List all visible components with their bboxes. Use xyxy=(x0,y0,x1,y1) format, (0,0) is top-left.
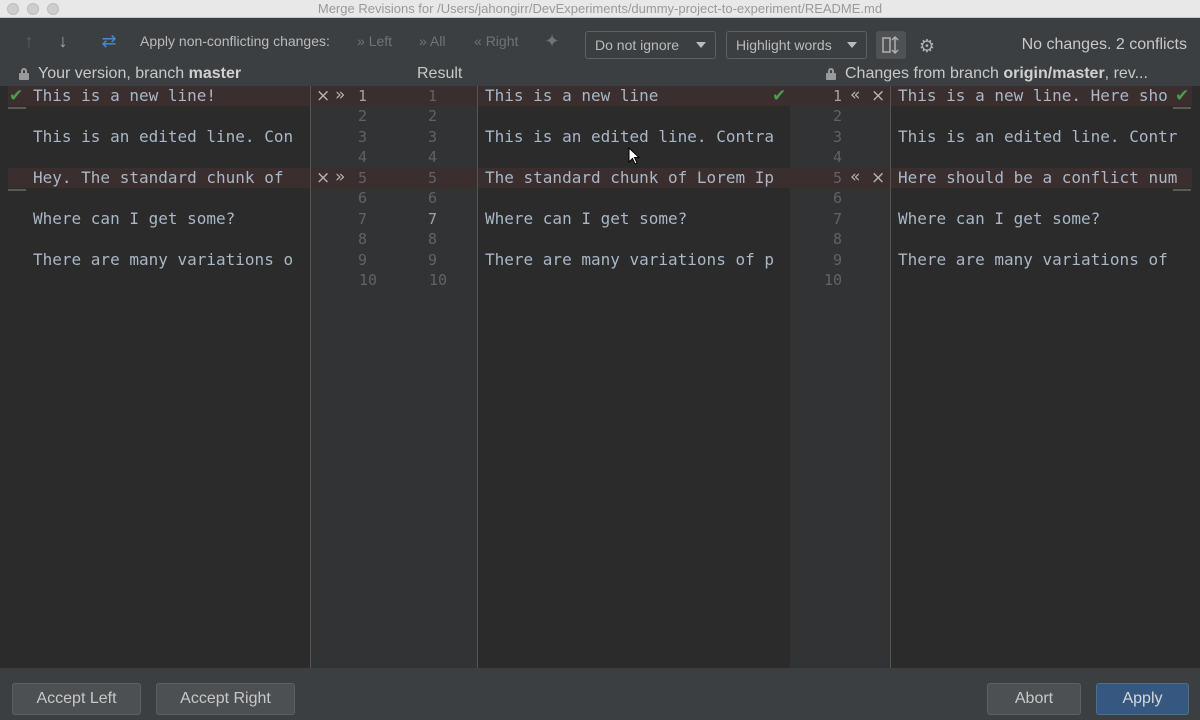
left-editor-pane[interactable]: ✔ This is a new line! This is an edited … xyxy=(8,86,310,668)
left-line-9: There are many variations o xyxy=(33,250,294,269)
right-line-7: Where can I get some? xyxy=(898,209,1101,228)
line-number: 10 xyxy=(823,271,842,289)
resolve-simple-conflicts-icon[interactable]: ⇄ xyxy=(99,31,119,51)
line-number: 9 xyxy=(357,251,367,269)
previous-difference-icon[interactable]: ↑ xyxy=(19,31,39,51)
line-number: 8 xyxy=(357,230,367,248)
double-check-icon[interactable]: ✔ xyxy=(772,86,786,106)
lock-icon xyxy=(19,68,29,80)
lock-icon xyxy=(826,68,836,80)
left-line-7: Where can I get some? xyxy=(33,209,236,228)
gear-icon[interactable]: ⚙ xyxy=(917,36,937,56)
highlight-mode-select[interactable]: Highlight words xyxy=(726,31,867,59)
ignore-whitespace-select[interactable]: Do not ignore xyxy=(585,31,716,59)
change-marker xyxy=(1173,189,1191,191)
mouse-cursor-icon xyxy=(628,147,641,165)
result-right-gutter: 1 2 3 4 5 6 7 8 9 10 « × « × xyxy=(790,85,890,668)
columns-icon xyxy=(882,35,899,55)
line-number: 2 xyxy=(427,107,437,125)
right-line-9: There are many variations of xyxy=(898,250,1168,269)
double-chevron-both-icon: » xyxy=(419,33,427,49)
line-number: 4 xyxy=(357,148,367,166)
left-line-1: This is a new line! xyxy=(33,86,217,105)
line-number: 5 xyxy=(357,169,367,187)
double-chevron-left-icon: « xyxy=(474,33,482,49)
line-number: 7 xyxy=(357,210,367,228)
line-number: 10 xyxy=(358,271,377,289)
accept-right-button[interactable]: Accept Right xyxy=(156,683,295,715)
apply-right-button[interactable]: « Right xyxy=(474,31,518,51)
result-line-7[interactable]: Where can I get some? xyxy=(485,209,790,229)
right-editor-pane[interactable]: This is a new line. Here sho This is an … xyxy=(891,86,1192,668)
line-number: 4 xyxy=(427,148,437,166)
next-difference-icon[interactable]: ↓ xyxy=(53,31,73,51)
left-line-3: This is an edited line. Con xyxy=(33,127,294,146)
close-icon[interactable]: × xyxy=(316,168,330,188)
apply-left-button[interactable]: » Left xyxy=(357,31,392,51)
result-line-1[interactable]: This is a new line xyxy=(485,86,775,106)
change-marker xyxy=(8,107,26,109)
line-number: 2 xyxy=(832,107,842,125)
line-number: 6 xyxy=(427,189,437,207)
result-editor-pane[interactable]: This is a new line This is an edited lin… xyxy=(478,86,790,668)
abort-button[interactable]: Abort xyxy=(987,683,1081,715)
result-line-3[interactable]: This is an edited line. Contra xyxy=(485,127,790,147)
result-pane-title: Result xyxy=(417,65,463,82)
apply-left-chevron-icon[interactable]: « xyxy=(850,85,860,105)
toolbar: ↑ ↓ ⇄ Apply non-conflicting changes: » L… xyxy=(0,18,1200,64)
left-result-gutter: × » × » 1 2 3 4 5 6 7 8 9 10 1 2 3 4 5 6… xyxy=(311,85,477,668)
apply-left-chevron-icon[interactable]: « xyxy=(850,167,860,187)
result-line-5[interactable]: The standard chunk of Lorem Ip xyxy=(485,168,790,188)
window-title-bar: Merge Revisions for /Users/jahongirr/Dev… xyxy=(0,0,1200,18)
line-number: 1 xyxy=(357,87,367,105)
right-line-5: Here should be a conflict num xyxy=(898,168,1178,187)
check-icon: ✔ xyxy=(9,86,24,106)
dropdown-caret-icon xyxy=(847,42,857,48)
line-number: 6 xyxy=(832,189,842,207)
line-number: 10 xyxy=(428,271,447,289)
sync-scroll-toggle[interactable] xyxy=(876,31,906,59)
pane-headers: Your version, branch master Result Chang… xyxy=(0,64,1200,86)
line-number: 8 xyxy=(832,230,842,248)
right-line-1: This is a new line. Here sho xyxy=(898,86,1168,105)
line-number: 9 xyxy=(832,251,842,269)
apply-non-conflicting-label: Apply non-conflicting changes: xyxy=(140,33,330,49)
line-number: 9 xyxy=(427,251,437,269)
magic-wand-icon[interactable]: ✦ xyxy=(542,31,562,51)
change-marker xyxy=(8,189,26,191)
left-pane-title: Your version, branch master xyxy=(38,65,242,82)
check-icon: ✔ xyxy=(1175,86,1190,106)
line-number: 5 xyxy=(832,169,842,187)
close-icon[interactable]: × xyxy=(871,86,885,106)
dropdown-caret-icon xyxy=(696,42,706,48)
line-number: 2 xyxy=(357,107,367,125)
line-number: 6 xyxy=(357,189,367,207)
double-chevron-right-icon: » xyxy=(357,33,365,49)
line-number: 5 xyxy=(427,169,437,187)
right-pane-title: Changes from branch origin/master, rev..… xyxy=(845,65,1148,82)
accept-left-button[interactable]: Accept Left xyxy=(12,683,141,715)
apply-button[interactable]: Apply xyxy=(1096,683,1189,715)
right-line-3: This is an edited line. Contr xyxy=(898,127,1178,146)
line-number: 3 xyxy=(357,128,367,146)
line-number: 8 xyxy=(427,230,437,248)
change-marker xyxy=(1173,107,1191,109)
line-number: 7 xyxy=(832,210,842,228)
result-line-9[interactable]: There are many variations of p xyxy=(485,250,790,270)
line-number: 7 xyxy=(427,210,437,228)
line-number: 3 xyxy=(427,128,437,146)
apply-all-button[interactable]: » All xyxy=(419,31,445,51)
left-line-5: Hey. The standard chunk of xyxy=(33,168,284,187)
window-title: Merge Revisions for /Users/jahongirr/Dev… xyxy=(317,1,883,16)
line-number: 1 xyxy=(427,87,437,105)
conflict-status: No changes. 2 conflicts xyxy=(1021,36,1187,53)
line-number: 1 xyxy=(832,87,842,105)
line-number: 3 xyxy=(832,128,842,146)
line-number: 4 xyxy=(832,148,842,166)
close-icon[interactable]: × xyxy=(316,86,330,106)
close-icon[interactable]: × xyxy=(871,168,885,188)
